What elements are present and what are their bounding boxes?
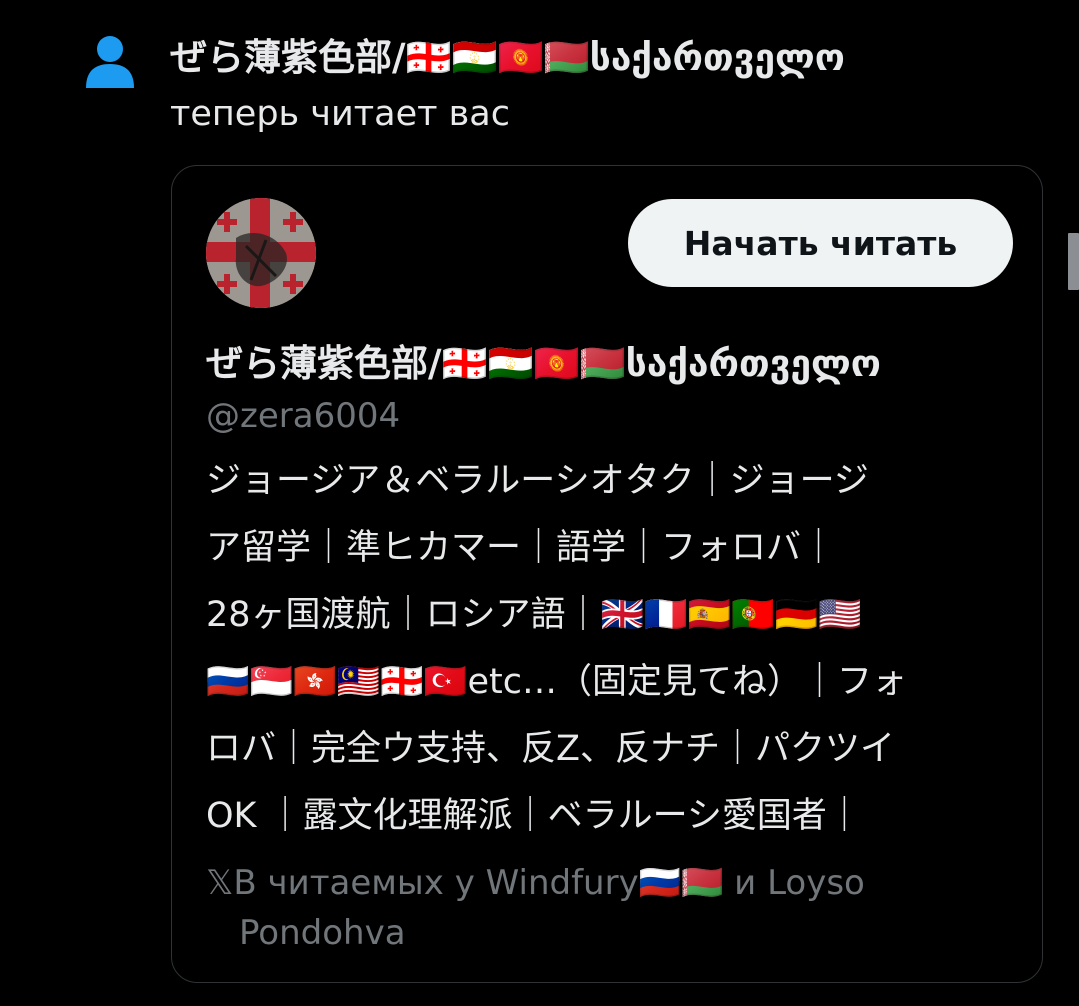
profile-handle[interactable]: @zera6004 xyxy=(206,392,400,440)
notification-action-text: теперь читает вас xyxy=(170,94,510,134)
follow-button[interactable]: Начать читать xyxy=(628,199,1013,287)
profile-bio: ジョージア＆ベラルーシオタク｜ジョージ ア留学｜準ヒカマー｜語学｜フォロバ｜ 2… xyxy=(206,448,1016,850)
person-icon xyxy=(84,34,136,88)
followed-by-line: 𝕏В читаемых у Windfury🇷🇺🇧🇾 и Loyso xyxy=(206,863,865,903)
followed-by-text[interactable]: 𝕏В читаемых у Windfury🇷🇺🇧🇾 и Loyso Pondo… xyxy=(206,858,1006,958)
bio-line: ア留学｜準ヒカマー｜語学｜フォロバ｜ xyxy=(206,528,837,568)
profile-card[interactable]: Начать читать ぜら薄紫色部/🇬🇪🇹🇯🇰🇬🇧🇾საქართველო … xyxy=(171,165,1043,983)
bio-line: 🇷🇺🇸🇬🇭🇰🇲🇾🇬🇪🇹🇷etc…（固定見てね）｜フォ xyxy=(206,662,907,702)
bio-line: ロバ｜完全ウ支持、反Z、反ナチ｜パクツイ xyxy=(206,729,895,769)
bio-line: OK ｜露文化理解派｜ベラルーシ愛国者｜ xyxy=(206,796,862,836)
profile-display-name[interactable]: ぜら薄紫色部/🇬🇪🇹🇯🇰🇬🇧🇾საქართველო xyxy=(206,340,881,388)
bio-line: ジョージア＆ベラルーシオタク｜ジョージ xyxy=(206,461,869,501)
bio-line: 28ヶ国渡航｜ロシア語｜🇬🇧🇫🇷🇪🇸🇵🇹🇩🇪🇺🇸 xyxy=(206,595,863,635)
notification-user-name[interactable]: ぜら薄紫色部/🇬🇪🇹🇯🇰🇬🇧🇾საქართველო xyxy=(170,34,845,82)
followed-by-line: Pondohva xyxy=(239,913,406,953)
scrollbar[interactable] xyxy=(1068,233,1079,290)
avatar[interactable] xyxy=(206,198,316,308)
